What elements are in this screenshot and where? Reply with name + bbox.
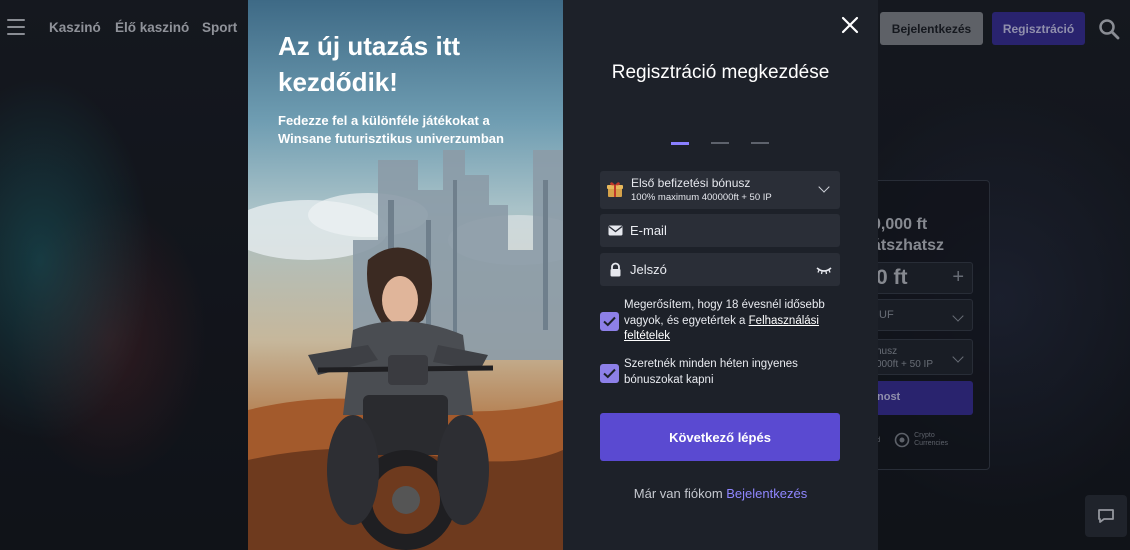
step-2 [711, 142, 729, 144]
step-indicator [671, 141, 769, 145]
mail-icon [608, 225, 623, 236]
step-1 [671, 141, 689, 145]
bonus-select[interactable]: Első befizetési bónusz 100% maximum 4000… [600, 171, 840, 209]
close-icon[interactable] [839, 14, 861, 36]
step-3 [751, 142, 769, 144]
email-field-wrapper [600, 214, 840, 247]
password-input[interactable] [630, 253, 810, 286]
chevron-down-icon [818, 181, 830, 193]
login-prompt-text: Már van fiókom [633, 486, 727, 501]
newsletter-checkbox[interactable] [600, 364, 619, 383]
password-field-wrapper [600, 253, 840, 286]
terms-checkbox[interactable] [600, 312, 619, 331]
hero-title: Az új utazás itt kezdődik! [278, 31, 461, 97]
newsletter-label: Szeretnék minden héten ingyenes bónuszok… [624, 358, 798, 386]
hero-panel: Az új utazás itt kezdődik! Fedezze fel a… [248, 0, 563, 550]
bonus-label: Első befizetési bónusz [631, 176, 751, 190]
form-title: Regisztráció megkezdése [611, 62, 830, 83]
bonus-detail: 100% maximum 400000ft + 50 IP [631, 192, 772, 203]
next-step-button[interactable]: Következő lépés [600, 413, 840, 461]
login-link[interactable]: Bejelentkezés [726, 486, 807, 501]
terms-label: Megerősítem, hogy 18 évesnél idősebb vag… [624, 298, 839, 345]
lock-icon [610, 262, 621, 277]
email-input[interactable] [630, 214, 810, 247]
eye-closed-icon[interactable] [816, 264, 832, 276]
checkmark-icon [603, 368, 616, 379]
registration-form: Regisztráció megkezdése Első befizetési … [563, 0, 878, 550]
login-prompt: Már van fiókom Bejelentkezés [563, 486, 878, 501]
hero-subtitle: Fedezze fel a különféle játékokat a Wins… [278, 113, 504, 146]
registration-modal: Az új utazás itt kezdődik! Fedezze fel a… [248, 0, 878, 550]
checkmark-icon [603, 316, 616, 327]
gift-icon [607, 182, 623, 197]
